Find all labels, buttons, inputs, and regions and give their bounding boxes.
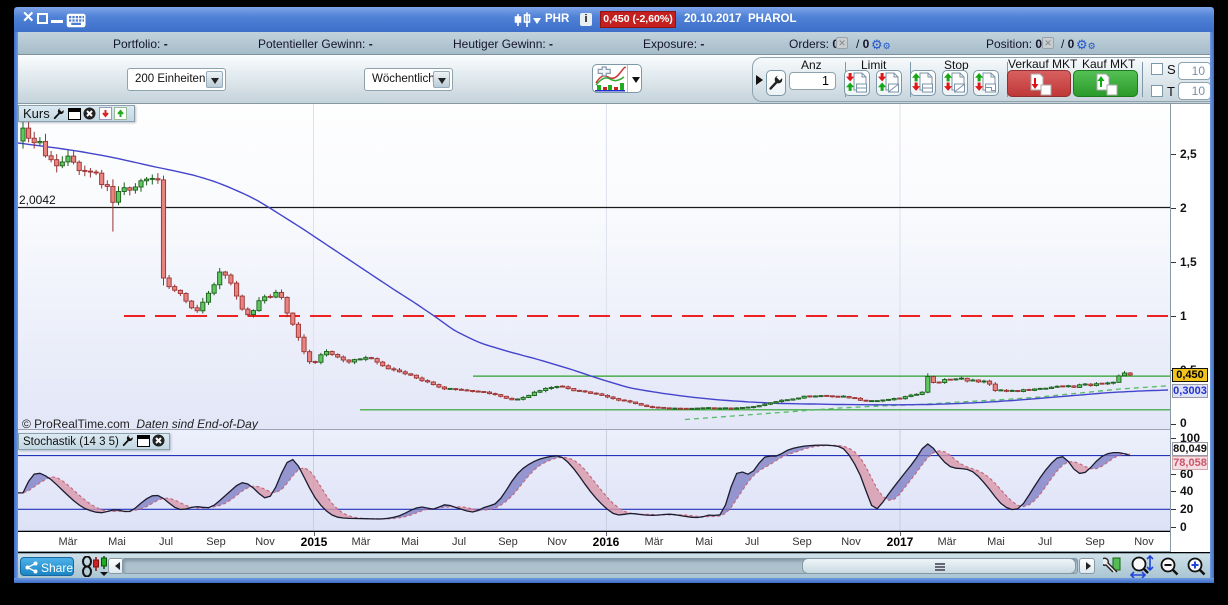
svg-text:2,0042: 2,0042 [19,193,56,207]
